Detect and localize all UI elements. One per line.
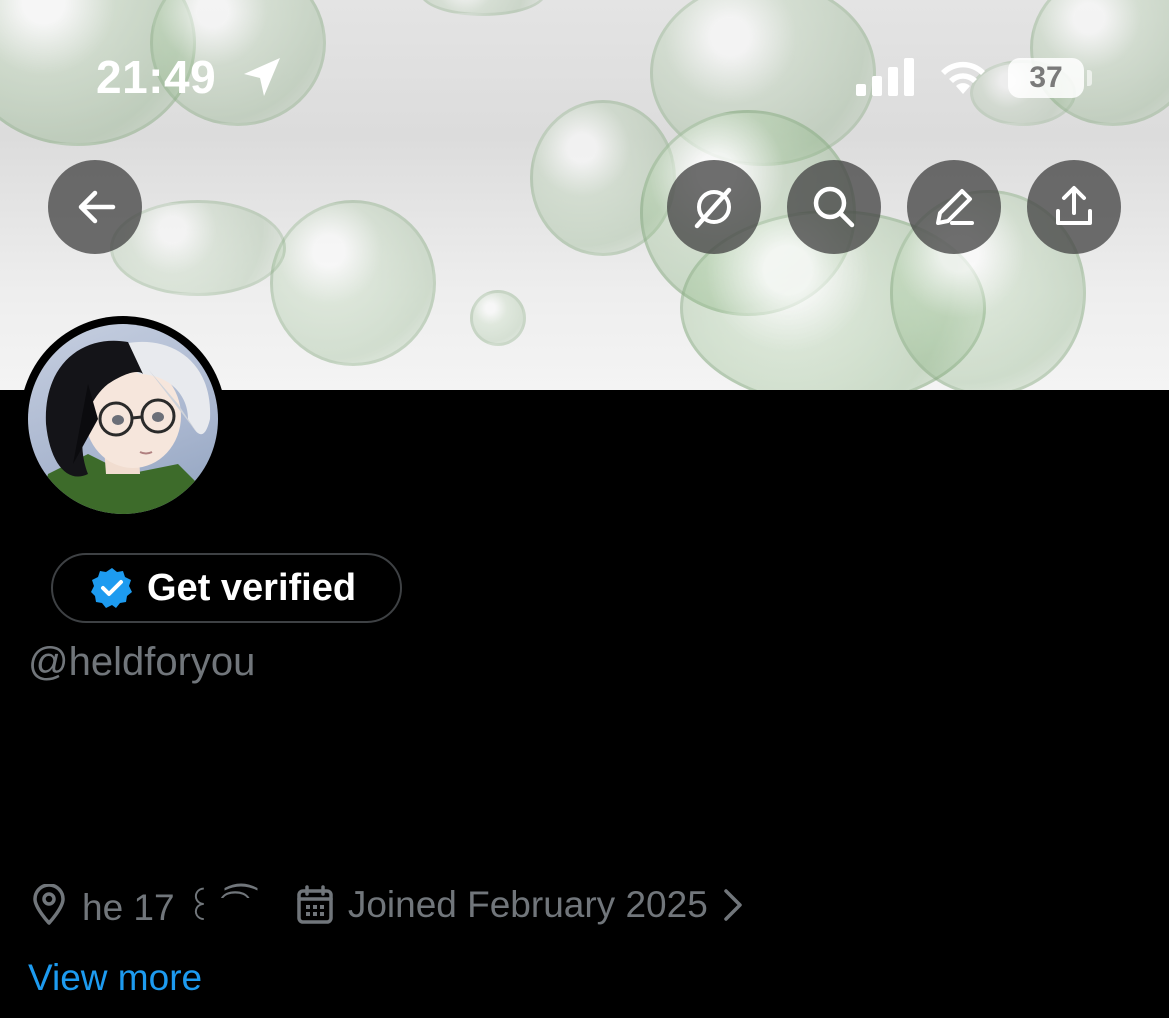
profile-meta-row: he 17 ꒰ ͡ ⁀ Joined February 2025: [30, 882, 744, 928]
grok-icon: [694, 187, 732, 229]
share-button[interactable]: [1027, 160, 1121, 254]
avatar-image: [28, 324, 218, 514]
share-icon: [1056, 186, 1092, 225]
verified-badge-icon: [91, 568, 132, 608]
battery-indicator: 37: [1008, 58, 1084, 98]
calendar-icon: [297, 885, 333, 924]
battery-nub: [1087, 70, 1092, 86]
cellular-signal-icon: [856, 58, 914, 96]
location-pin-icon: [33, 884, 65, 925]
search-button[interactable]: [787, 160, 881, 254]
arrow-left-icon: [78, 190, 116, 224]
status-time: 21:49: [96, 51, 217, 103]
profile-location: he 17 ꒰ ͡: [82, 886, 225, 928]
profile-handle: @heldforyou: [28, 640, 256, 684]
grok-button[interactable]: [667, 160, 761, 254]
profile-joined-date[interactable]: Joined February 2025: [348, 884, 708, 926]
wifi-icon: [941, 61, 985, 94]
get-verified-label: Get verified: [147, 566, 357, 609]
back-button[interactable]: [48, 160, 142, 254]
edit-button[interactable]: [907, 160, 1001, 254]
avatar[interactable]: [20, 316, 226, 522]
get-verified-button[interactable]: Get verified: [51, 553, 402, 623]
view-more-link[interactable]: View more: [28, 957, 202, 999]
chevron-right-icon[interactable]: [722, 887, 744, 923]
pencil-icon: [936, 189, 974, 225]
profile-location-suffix: ⁀: [226, 884, 256, 926]
location-arrow-icon: [244, 58, 280, 96]
search-icon: [813, 186, 855, 228]
